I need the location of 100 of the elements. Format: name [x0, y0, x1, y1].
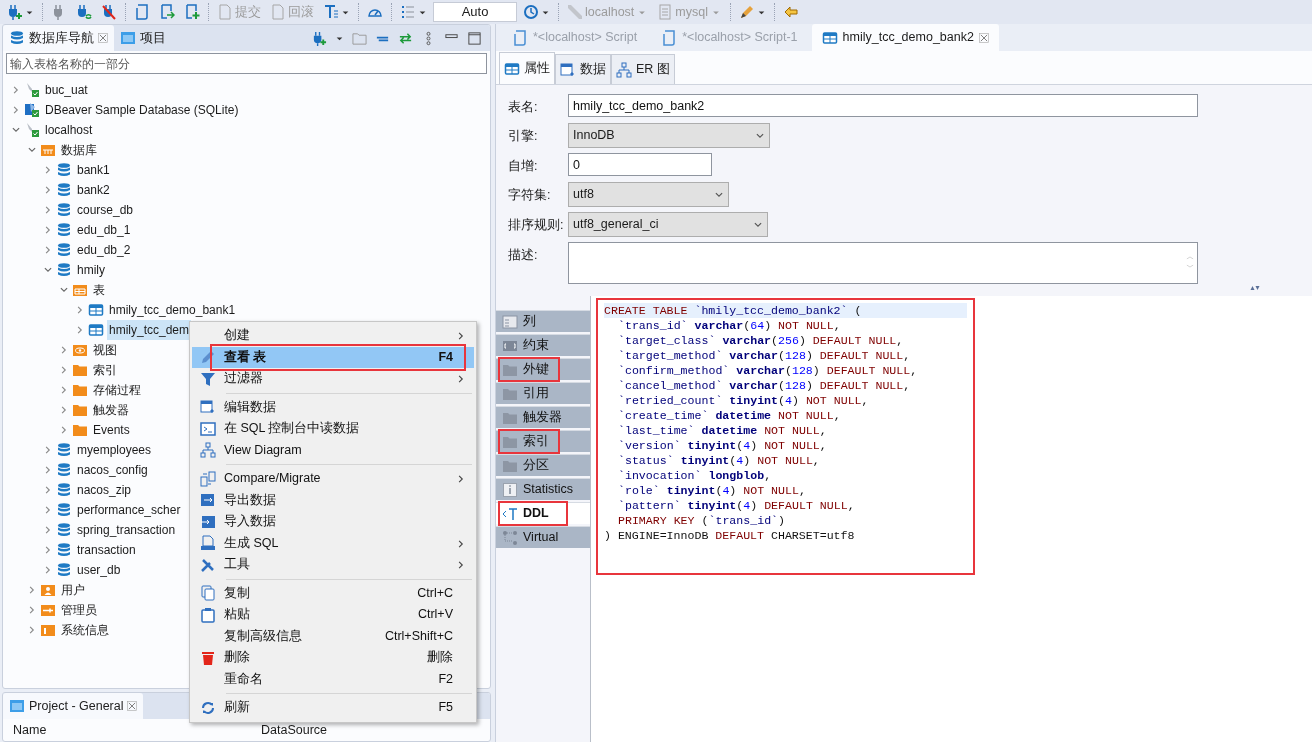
close-icon[interactable]	[98, 33, 108, 43]
tree-item[interactable]: 管理员	[59, 600, 99, 620]
chevron-right-icon[interactable]	[43, 465, 53, 475]
chevron-right-icon[interactable]	[59, 405, 69, 415]
panel-tab[interactable]: 数据库导航	[3, 25, 114, 51]
chevron-right-icon[interactable]	[43, 525, 53, 535]
side-tab[interactable]: 分区	[496, 454, 590, 476]
tree-item[interactable]: course_db	[75, 200, 136, 220]
tree-item[interactable]: user_db	[75, 560, 123, 580]
side-tab[interactable]: 列	[496, 310, 590, 332]
code-editor[interactable]	[596, 298, 975, 575]
tree-item[interactable]: localhost	[43, 120, 95, 140]
tree-item[interactable]: bank1	[75, 160, 112, 180]
tree-item[interactable]: spring_transaction	[75, 520, 178, 540]
side-tab[interactable]: Statistics	[496, 478, 590, 500]
tree-item[interactable]: Events	[91, 420, 132, 440]
close-icon[interactable]	[127, 701, 138, 711]
side-tab[interactable]: 约束	[496, 334, 590, 356]
editor-subtab[interactable]: 属性	[499, 52, 555, 84]
side-tab[interactable]: 触发器	[496, 406, 590, 428]
close-icon[interactable]	[978, 32, 989, 43]
tree-item[interactable]: nacos_config	[75, 460, 150, 480]
chevron-right-icon[interactable]	[43, 205, 53, 215]
tree-item[interactable]: edu_db_2	[75, 240, 133, 260]
description-field[interactable]	[568, 242, 1198, 284]
tree-item[interactable]: hmily_tcc_demo_bank1	[107, 300, 238, 320]
dropdown-field[interactable]: utf8_general_ci	[568, 212, 768, 237]
chevron-right-icon[interactable]	[59, 425, 69, 435]
chevron-right-icon[interactable]	[75, 325, 85, 335]
panel-tab[interactable]: 项目	[114, 25, 172, 51]
tree-item[interactable]: hmily	[75, 260, 107, 280]
side-tab[interactable]: Virtual	[496, 526, 590, 548]
tree-item[interactable]: 数据库	[59, 140, 99, 160]
editor-tab[interactable]: hmily_tcc_demo_bank2	[811, 24, 999, 51]
chevron-right-icon[interactable]	[59, 385, 69, 395]
editor-subtab[interactable]: 数据	[555, 54, 611, 84]
tree-item[interactable]: 用户	[59, 580, 87, 600]
menu-item[interactable]: View Diagram	[192, 439, 474, 461]
chevron-right-icon[interactable]	[59, 365, 69, 375]
chevron-right-icon[interactable]	[43, 445, 53, 455]
menu-item[interactable]: 工具	[192, 554, 474, 576]
side-tab[interactable]: 外键	[496, 358, 590, 380]
dropdown-field[interactable]: InnoDB	[568, 123, 770, 148]
chevron-down-icon[interactable]	[59, 285, 69, 295]
tree-item[interactable]: 视图	[91, 340, 119, 360]
chevron-right-icon[interactable]	[43, 185, 53, 195]
chevron-right-icon[interactable]	[27, 625, 37, 635]
chevron-right-icon[interactable]	[43, 485, 53, 495]
tree-item[interactable]: bank2	[75, 180, 112, 200]
chevron-right-icon[interactable]	[43, 225, 53, 235]
side-tab[interactable]: DDL	[496, 502, 590, 524]
chevron-right-icon[interactable]	[43, 565, 53, 575]
tree-item[interactable]: nacos_zip	[75, 480, 134, 500]
tree-item[interactable]: buc_uat	[43, 80, 90, 100]
folder-add-icon[interactable]	[352, 30, 367, 46]
menu-item[interactable]: 导出数据	[192, 489, 474, 511]
menu-item[interactable]: 复制高级信息 Ctrl+Shift+C	[192, 625, 474, 647]
tree-item[interactable]: edu_db_1	[75, 220, 133, 240]
editor-subtab[interactable]: ER 图	[611, 54, 675, 84]
tree-item[interactable]: performance_scher	[75, 500, 183, 520]
tree-item[interactable]: transaction	[75, 540, 138, 560]
plug-add-icon[interactable]	[312, 30, 327, 46]
transaction-mode-field[interactable]: Auto	[433, 2, 517, 22]
menu-item[interactable]: 在 SQL 控制台中读数据	[192, 418, 474, 440]
menu-item[interactable]: 编辑数据	[192, 396, 474, 418]
menu-item[interactable]: 复制 Ctrl+C	[192, 582, 474, 604]
menu-item[interactable]: 过滤器	[192, 368, 474, 390]
chevron-right-icon[interactable]	[43, 165, 53, 175]
tree-item[interactable]: 触发器	[91, 400, 131, 420]
chevron-right-icon[interactable]	[11, 105, 21, 115]
menu-item[interactable]: 导入数据	[192, 511, 474, 533]
dropdown-field[interactable]: utf8	[568, 182, 729, 207]
tree-item[interactable]: 索引	[91, 360, 119, 380]
chevron-right-icon[interactable]	[43, 505, 53, 515]
menu-item[interactable]: 生成 SQL	[192, 532, 474, 554]
chevron-right-icon[interactable]	[43, 545, 53, 555]
tree-item[interactable]: 存储过程	[91, 380, 143, 400]
chevron-right-icon[interactable]	[27, 585, 37, 595]
column-header[interactable]: Name	[3, 719, 251, 741]
menu-item[interactable]: 删除 删除	[192, 647, 474, 669]
chevron-right-icon[interactable]	[75, 305, 85, 315]
chevron-right-icon[interactable]	[27, 605, 37, 615]
tree-item[interactable]: DBeaver Sample Database (SQLite)	[43, 100, 241, 120]
chevron-down-icon[interactable]	[43, 265, 53, 275]
menu-item[interactable]: Compare/Migrate	[192, 468, 474, 490]
menu-item[interactable]: 刷新 F5	[192, 697, 474, 719]
tree-item[interactable]: 系统信息	[59, 620, 111, 640]
text-field[interactable]: hmily_tcc_demo_bank2	[568, 94, 1198, 117]
chevron-right-icon[interactable]	[43, 245, 53, 255]
tree-item[interactable]: 表	[91, 280, 107, 300]
maximize-icon[interactable]	[467, 30, 482, 46]
side-tab[interactable]: 引用	[496, 382, 590, 404]
column-header[interactable]: DataSource	[251, 719, 411, 741]
menu-item[interactable]: 查看 表 F4	[192, 346, 474, 368]
menu-item[interactable]: 创建	[192, 325, 474, 347]
chevron-down-icon[interactable]	[27, 145, 37, 155]
chevron-right-icon[interactable]	[11, 85, 21, 95]
chevron-right-icon[interactable]	[59, 345, 69, 355]
tree-item[interactable]: myemployees	[75, 440, 154, 460]
panel-tab[interactable]: Project - General	[3, 693, 144, 719]
